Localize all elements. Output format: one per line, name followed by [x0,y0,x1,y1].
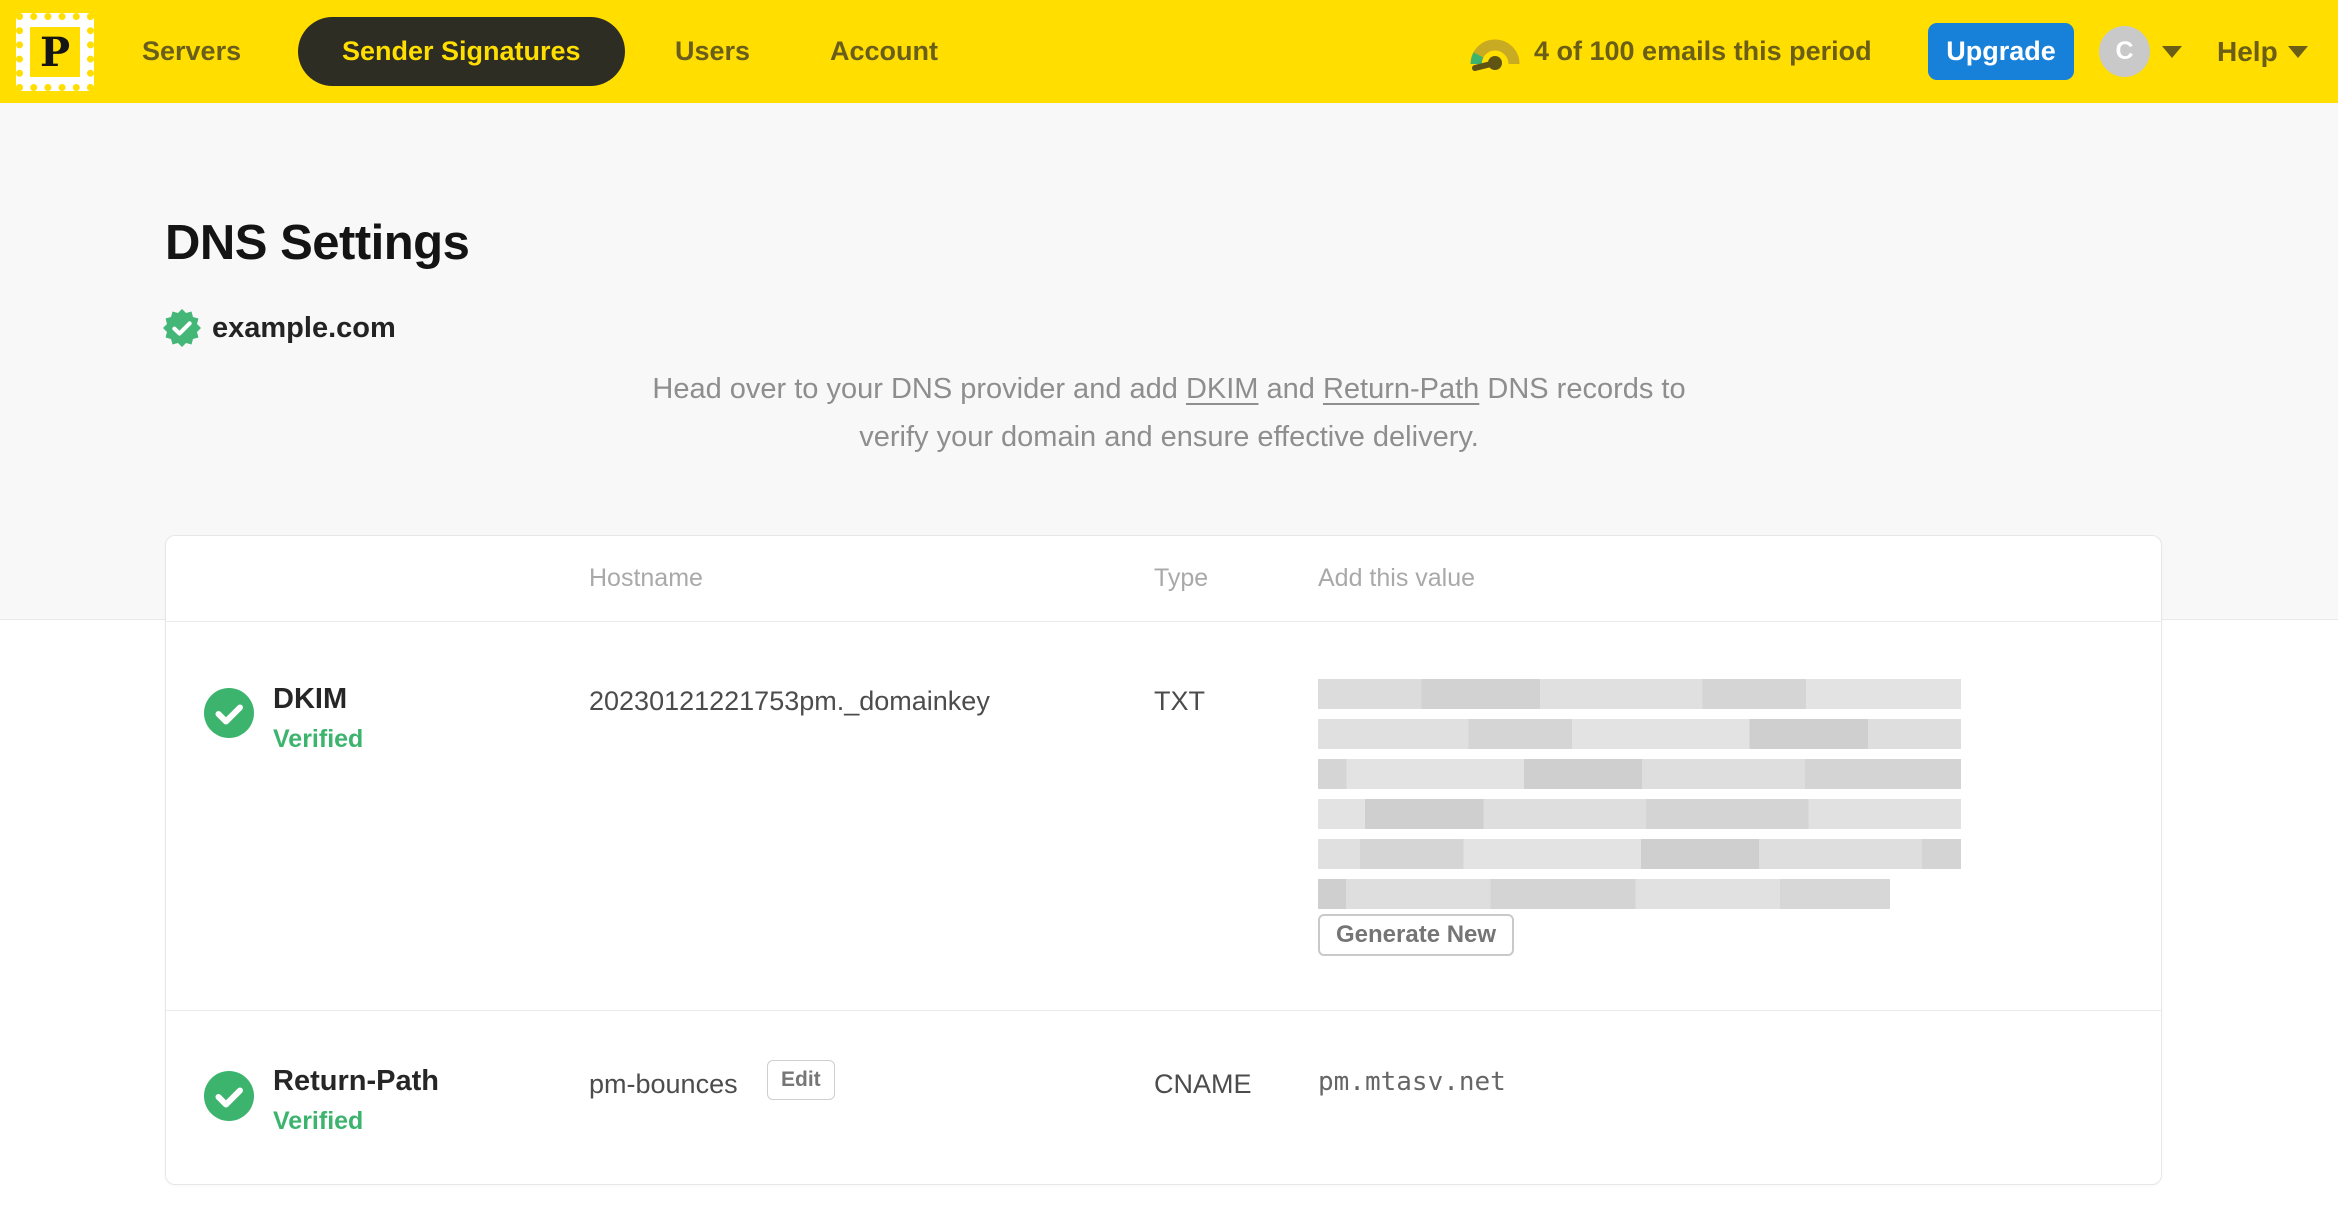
generate-new-button[interactable]: Generate New [1318,914,1515,956]
return-path-link[interactable]: Return-Path [1323,373,1479,405]
nav-item-servers-label: Servers [142,36,242,66]
postmark-logo-letter: P [30,27,80,77]
column-header-type: Type [1154,564,1209,592]
nav-item-servers[interactable]: Servers [142,0,241,103]
instructions-part3: DNS records to [1479,373,1686,405]
usage-text: 4 of 100 emails this period [1534,36,1872,66]
verified-seal-icon [163,309,201,347]
column-header-hostname: Hostname [589,564,703,592]
nav-item-account-label: Account [830,36,938,66]
page-title: DNS Settings [165,216,470,270]
instructions-text: Head over to your DNS provider and add D… [0,365,2338,461]
record-status-return-path: Verified [273,1107,364,1135]
record-status-dkim: Verified [273,725,364,753]
dkim-hostname: 20230121221753pm._domainkey [589,686,990,716]
instructions-part1: Head over to your DNS provider and add [652,373,1186,405]
redacted-value-line [1318,719,1961,749]
domain-name: example.com [212,311,396,344]
redacted-value-line [1318,759,1961,789]
instructions-line2: verify your domain and ensure effective … [859,421,1479,453]
nav-item-sender-signatures[interactable]: Sender Signatures [298,17,625,86]
redacted-dkim-value [1318,679,1961,919]
redacted-value-line [1318,799,1961,829]
nav-item-account[interactable]: Account [830,0,938,103]
verified-check-icon [204,1071,254,1121]
upgrade-button[interactable]: Upgrade [1928,23,2074,80]
dns-records-table: Hostname Type Add this value DKIM Verifi… [165,535,2162,1185]
header-divider [166,621,2161,622]
domain-row: example.com [163,309,396,347]
dkim-link[interactable]: DKIM [1186,373,1259,405]
nav-item-sender-signatures-label: Sender Signatures [342,36,581,66]
row-divider [166,1010,2161,1011]
top-nav: P Servers Sender Signatures Users Accoun… [0,0,2338,103]
verified-check-icon [204,688,254,738]
nav-item-users[interactable]: Users [675,0,750,103]
redacted-value-line [1318,679,1961,709]
help-label: Help [2217,35,2278,67]
chevron-down-icon [2162,45,2182,58]
redacted-value-line [1318,839,1961,869]
help-menu[interactable]: Help [2217,0,2308,103]
return-path-value: pm.mtasv.net [1318,1067,1506,1097]
record-name-return-path: Return-Path [273,1065,439,1097]
account-menu[interactable]: C [2099,0,2182,103]
postmark-logo[interactable]: P [16,13,94,91]
instructions-part2: and [1258,373,1323,405]
dkim-type: TXT [1154,686,1205,716]
nav-item-users-label: Users [675,36,751,66]
column-header-value: Add this value [1318,564,1476,592]
return-path-hostname: pm-bounces [589,1069,738,1099]
chevron-down-icon [2287,45,2308,58]
avatar: C [2099,26,2150,77]
return-path-type: CNAME [1154,1069,1252,1099]
edit-hostname-button[interactable]: Edit [767,1060,835,1100]
gauge-icon [1470,39,1520,71]
redacted-value-line [1318,879,1890,909]
usage-meter[interactable]: 4 of 100 emails this period [1470,0,1872,103]
record-name-dkim: DKIM [273,683,348,715]
